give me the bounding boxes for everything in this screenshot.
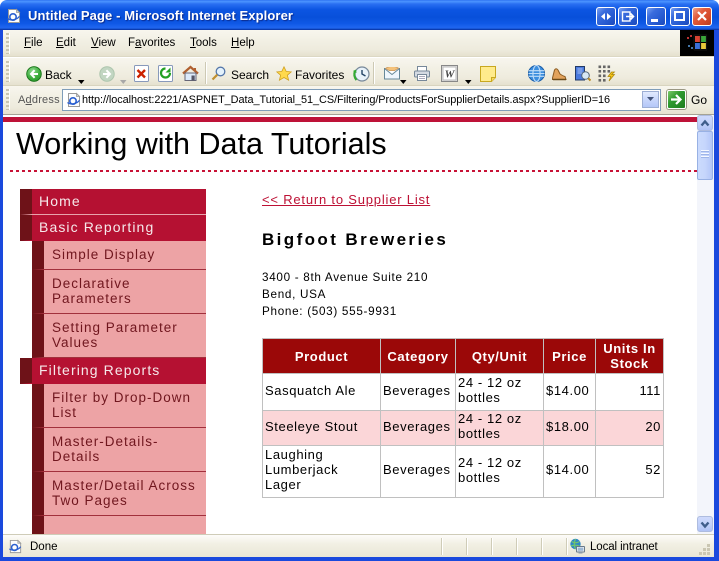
svg-text:W: W [445, 69, 456, 81]
